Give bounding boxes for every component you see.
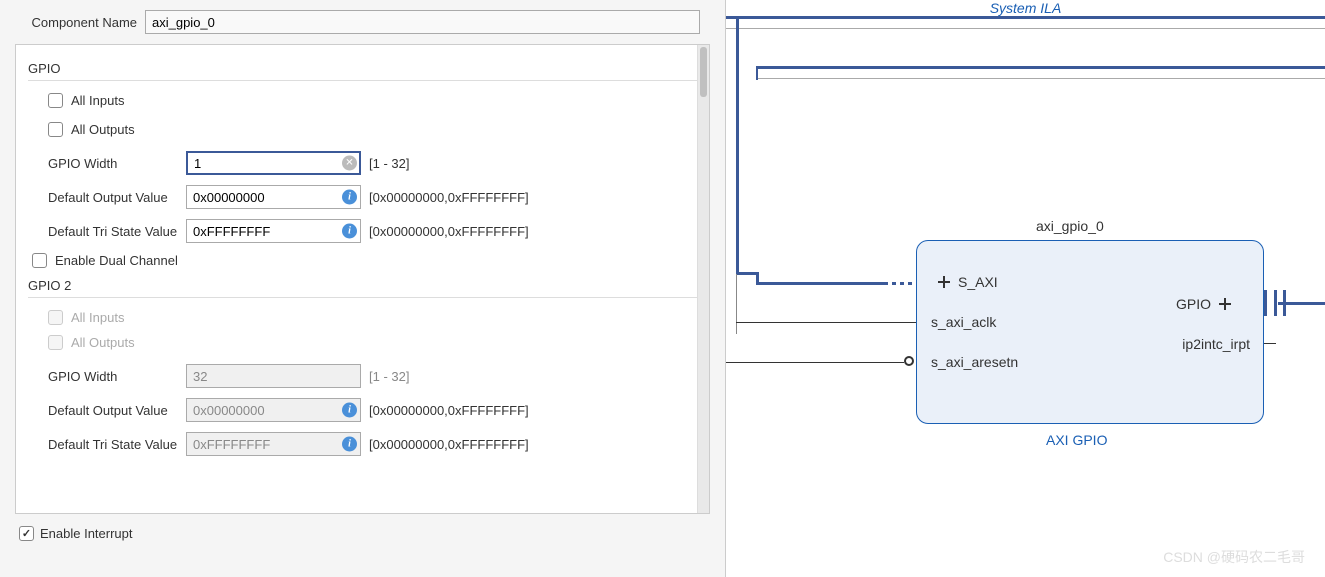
gpio-section-title: GPIO: [28, 61, 697, 76]
gpio2-width-input: [186, 364, 361, 388]
watermark: CSDN @硬码农二毛哥: [1163, 547, 1305, 567]
enable-dual-channel-label: Enable Dual Channel: [55, 253, 178, 268]
port-aclk[interactable]: s_axi_aclk: [931, 314, 996, 330]
expand-port-icon[interactable]: [1217, 296, 1233, 312]
net-line: [726, 28, 1325, 29]
component-name-label: Component Name: [15, 15, 145, 30]
net-line: [726, 16, 1325, 19]
all-inputs-label: All Inputs: [71, 93, 124, 108]
scrollbar[interactable]: [697, 45, 709, 513]
port-s-axi[interactable]: S_AXI: [936, 274, 998, 290]
block-diagram[interactable]: System ILA axi_gpio_0 AXI GPIO S_AXI s_a…: [725, 0, 1325, 577]
info-icon[interactable]: i: [342, 224, 357, 239]
enable-interrupt-label: Enable Interrupt: [40, 526, 133, 541]
gpio2-default-output-input: [186, 398, 361, 422]
port-label: GPIO: [1176, 296, 1211, 312]
net-line: [756, 282, 884, 285]
info-icon: i: [342, 437, 357, 452]
clear-icon[interactable]: ✕: [342, 156, 357, 171]
all-outputs-label: All Outputs: [71, 122, 135, 137]
block-type-label: AXI GPIO: [1046, 432, 1107, 448]
inverter-port-icon: [904, 356, 914, 366]
default-output-range: [0x00000000,0xFFFFFFFF]: [369, 190, 529, 205]
info-icon[interactable]: i: [342, 190, 357, 205]
all-outputs-checkbox[interactable]: [48, 122, 63, 137]
default-tri-input[interactable]: [186, 219, 361, 243]
info-icon: i: [342, 403, 357, 418]
divider: [28, 297, 697, 298]
net-line: [756, 78, 1325, 79]
gpio2-all-outputs-label: All Outputs: [71, 335, 135, 350]
gpio2-all-inputs-label: All Inputs: [71, 310, 124, 325]
net-line: [726, 362, 904, 363]
divider: [28, 80, 697, 81]
net-line-dashed: [884, 282, 912, 285]
component-name-input[interactable]: [145, 10, 700, 34]
system-ila-label: System ILA: [990, 0, 1062, 16]
net-line: [736, 274, 737, 334]
axi-gpio-block[interactable]: [916, 240, 1264, 424]
gpio2-all-outputs-checkbox: [48, 335, 63, 350]
gpio2-width-range: [1 - 32]: [369, 369, 409, 384]
gpio2-width-label: GPIO Width: [48, 369, 178, 384]
gpio2-default-output-range: [0x00000000,0xFFFFFFFF]: [369, 403, 529, 418]
enable-interrupt-checkbox[interactable]: [19, 526, 34, 541]
net-line: [756, 66, 1325, 69]
default-output-input[interactable]: [186, 185, 361, 209]
gpio2-default-tri-range: [0x00000000,0xFFFFFFFF]: [369, 437, 529, 452]
port-label: s_axi_aclk: [931, 314, 996, 330]
port-label: S_AXI: [958, 274, 998, 290]
port-gpio[interactable]: GPIO: [1176, 296, 1233, 312]
gpio2-all-inputs-checkbox: [48, 310, 63, 325]
gpio-width-range: [1 - 32]: [369, 156, 409, 171]
net-line: [1264, 343, 1276, 344]
net-line: [736, 322, 916, 323]
net-line: [736, 272, 756, 275]
gpio-width-input[interactable]: [186, 151, 361, 175]
gpio2-default-tri-input: [186, 432, 361, 456]
port-label: s_axi_aresetn: [931, 354, 1018, 370]
expand-port-icon[interactable]: [936, 274, 952, 290]
net-line: [1278, 302, 1325, 305]
scroll-thumb[interactable]: [700, 47, 707, 97]
gpio2-section-title: GPIO 2: [28, 278, 697, 293]
default-tri-label: Default Tri State Value: [48, 224, 178, 239]
gpio2-default-output-label: Default Output Value: [48, 403, 178, 418]
net-line: [736, 16, 739, 274]
block-instance-name: axi_gpio_0: [1036, 218, 1104, 234]
port-irpt[interactable]: ip2intc_irpt: [1182, 336, 1250, 352]
all-inputs-checkbox[interactable]: [48, 93, 63, 108]
net-line: [756, 272, 759, 282]
port-aresetn[interactable]: s_axi_aresetn: [931, 354, 1018, 370]
gpio2-default-tri-label: Default Tri State Value: [48, 437, 178, 452]
gpio-width-label: GPIO Width: [48, 156, 178, 171]
default-tri-range: [0x00000000,0xFFFFFFFF]: [369, 224, 529, 239]
default-output-label: Default Output Value: [48, 190, 178, 205]
net-line: [756, 66, 758, 80]
port-label: ip2intc_irpt: [1182, 336, 1250, 352]
enable-dual-channel-checkbox[interactable]: [32, 253, 47, 268]
